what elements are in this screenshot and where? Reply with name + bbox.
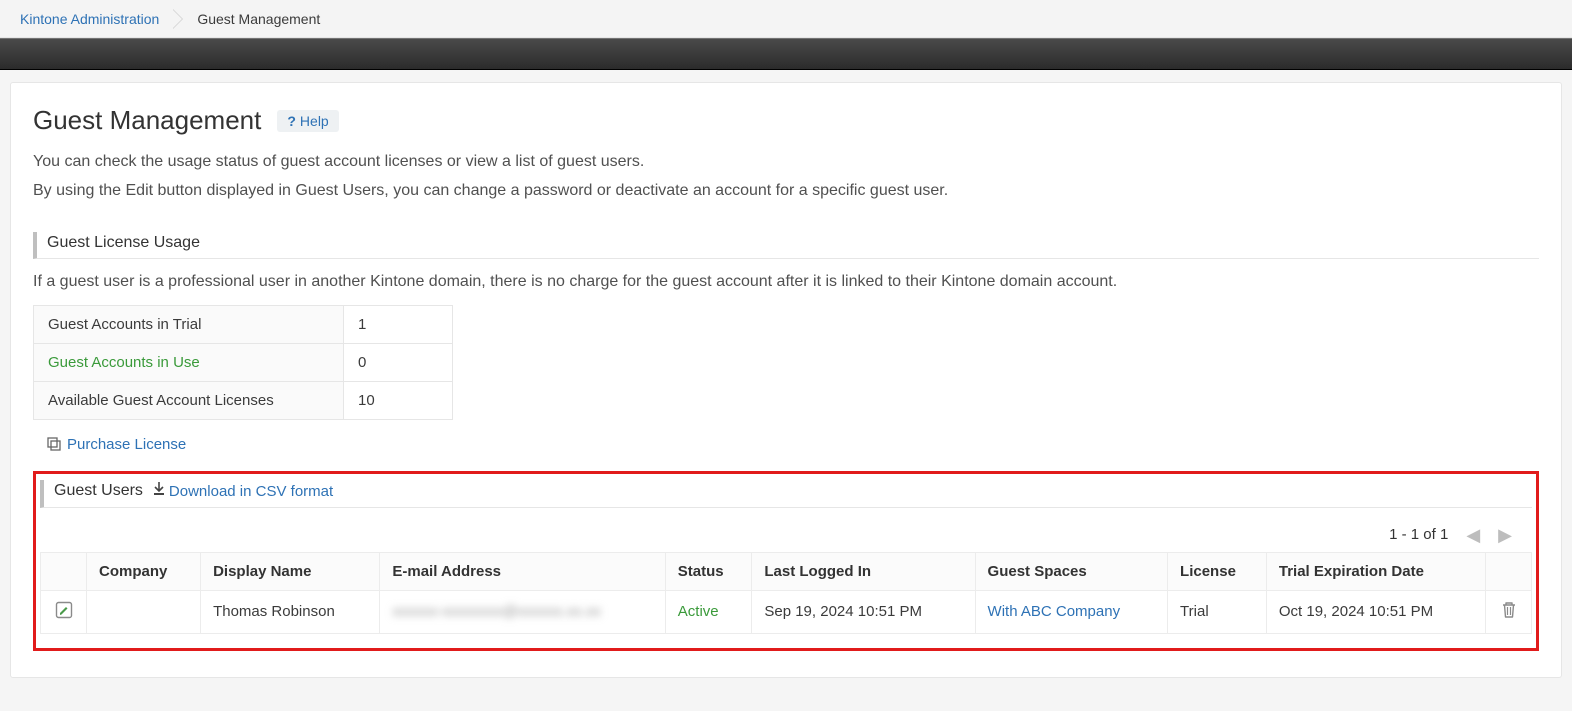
cell-display-name: Thomas Robinson (201, 590, 380, 633)
table-header-display-name: Display Name (201, 552, 380, 590)
guest-space-link[interactable]: With ABC Company (988, 603, 1121, 620)
table-header-company: Company (87, 552, 201, 590)
intro-text-2: By using the Edit button displayed in Gu… (33, 179, 1539, 204)
cell-email: xxxxxx-xxxxxxxx@xxxxxx.xx.xx (380, 590, 665, 633)
breadcrumb-separator-icon (173, 9, 183, 29)
table-header-trial-exp: Trial Expiration Date (1266, 552, 1485, 590)
table-header-status: Status (665, 552, 752, 590)
section-heading-license-usage-label: Guest License Usage (47, 234, 200, 252)
table-header-email: E-mail Address (380, 552, 665, 590)
delete-row-button[interactable] (1501, 601, 1517, 619)
help-button[interactable]: ? Help (277, 110, 338, 132)
section-heading-license-usage: Guest License Usage (33, 232, 1539, 259)
section-heading-guest-users: Guest Users Download in CSV format (40, 480, 1532, 508)
breadcrumb-root-link[interactable]: Kintone Administration (20, 11, 159, 27)
main-panel: Guest Management ? Help You can check th… (10, 82, 1562, 678)
guest-users-highlight-region: Guest Users Download in CSV format 1 - 1… (33, 471, 1539, 651)
cell-company (87, 590, 201, 633)
pager: 1 - 1 of 1 ◀︎ ▶︎ (40, 508, 1532, 552)
help-icon: ? (287, 113, 296, 129)
cell-last-login: Sep 19, 2024 10:51 PM (752, 590, 975, 633)
table-header-license: License (1168, 552, 1267, 590)
table-header-guest-spaces: Guest Spaces (975, 552, 1168, 590)
page-title: Guest Management (33, 105, 261, 136)
usage-row: Available Guest Account Licenses 10 (34, 381, 453, 419)
usage-row: Guest Accounts in Use 0 (34, 343, 453, 381)
usage-row-value: 1 (344, 305, 453, 343)
guest-users-table: Company Display Name E-mail Address Stat… (40, 552, 1532, 634)
download-icon (153, 482, 165, 501)
guest-accounts-in-use-link[interactable]: Guest Accounts in Use (48, 354, 200, 371)
usage-row-value: 0 (344, 343, 453, 381)
cell-license: Trial (1168, 590, 1267, 633)
cell-guest-spaces: With ABC Company (975, 590, 1168, 633)
download-csv-group: Download in CSV format (153, 482, 333, 501)
cell-status: Active (665, 590, 752, 633)
pager-prev-icon[interactable]: ◀︎ (1466, 526, 1480, 544)
table-header-edit (41, 552, 87, 590)
table-row: Thomas Robinson xxxxxx-xxxxxxxx@xxxxxx.x… (41, 590, 1532, 633)
table-header-delete (1486, 552, 1532, 590)
help-label: Help (300, 113, 329, 129)
usage-row-value: 10 (344, 381, 453, 419)
license-usage-table: Guest Accounts in Trial 1 Guest Accounts… (33, 305, 453, 420)
pager-next-icon[interactable]: ▶︎ (1498, 526, 1512, 544)
pager-text: 1 - 1 of 1 (1389, 526, 1448, 543)
download-csv-link[interactable]: Download in CSV format (169, 483, 333, 500)
usage-row-label: Available Guest Account Licenses (34, 381, 344, 419)
table-header-last-login: Last Logged In (752, 552, 975, 590)
breadcrumb-current: Guest Management (197, 11, 320, 27)
toolbar-dark (0, 38, 1572, 70)
cell-trial-exp: Oct 19, 2024 10:51 PM (1266, 590, 1485, 633)
usage-row: Guest Accounts in Trial 1 (34, 305, 453, 343)
license-usage-note: If a guest user is a professional user i… (33, 273, 1539, 291)
purchase-license-icon (47, 437, 61, 451)
intro-text-1: You can check the usage status of guest … (33, 150, 1539, 175)
status-badge: Active (678, 603, 719, 620)
usage-row-label: Guest Accounts in Use (34, 343, 344, 381)
purchase-license-link[interactable]: Purchase License (67, 436, 186, 453)
usage-row-label: Guest Accounts in Trial (34, 305, 344, 343)
breadcrumb: Kintone Administration Guest Management (0, 0, 1572, 38)
edit-row-button[interactable] (55, 601, 73, 619)
cell-email-blurred: xxxxxx-xxxxxxxx@xxxxxx.xx.xx (392, 603, 601, 620)
section-heading-guest-users-label: Guest Users (54, 482, 143, 500)
